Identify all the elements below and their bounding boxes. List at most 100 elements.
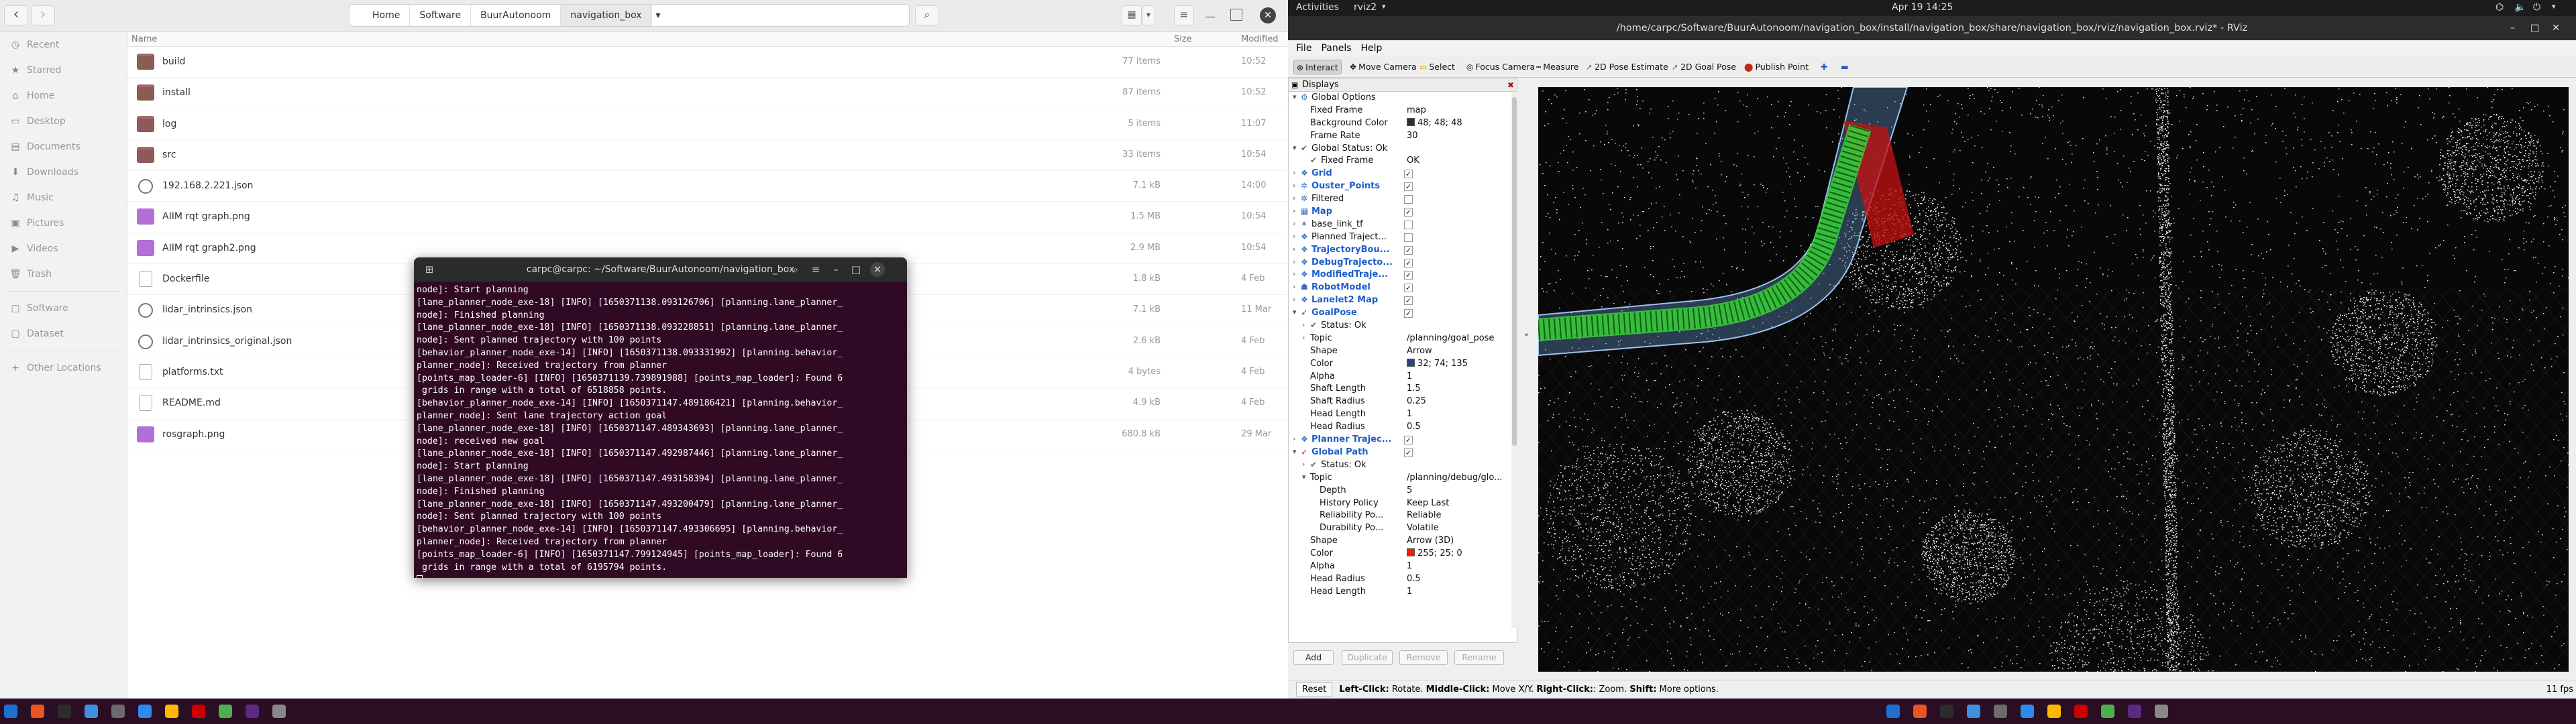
display-value[interactable]: Arrow (3D) (1407, 536, 1454, 546)
display-value[interactable]: map (1407, 105, 1426, 115)
expander-icon[interactable]: › (1302, 460, 1305, 469)
display-row[interactable]: › ☗ RobotModel ✓ (1289, 282, 1517, 294)
dock-app-icon[interactable] (58, 705, 71, 718)
display-checkbox[interactable] (1404, 220, 1413, 229)
display-row[interactable]: › ✲ Ouster_Points ✓ (1289, 180, 1517, 193)
back-button[interactable]: ‹ (4, 5, 28, 25)
app-menu[interactable]: rviz2 (1354, 2, 1377, 13)
system-menu-arrow-icon[interactable]: ▾ (2552, 2, 2556, 11)
display-value[interactable]: 30 (1407, 131, 1418, 141)
expander-icon[interactable]: ▾ (1293, 447, 1297, 456)
maximize-button[interactable] (1230, 9, 1242, 21)
sidebar-item-software[interactable]: ▢ Software (0, 296, 127, 321)
volume-icon[interactable]: 🔈 (2514, 2, 2526, 13)
view-grid-button[interactable]: ▦ (1122, 5, 1142, 25)
expander-icon[interactable]: › (1293, 257, 1295, 266)
power-icon[interactable]: ⏻ (2533, 2, 2540, 13)
duplicate-button[interactable]: Duplicate (1342, 650, 1393, 665)
minimize-icon[interactable]: – (827, 261, 845, 278)
display-checkbox[interactable]: ✓ (1404, 271, 1413, 280)
dock-app-icon[interactable] (2047, 705, 2061, 718)
sidebar-item-music[interactable]: ♫ Music (0, 185, 127, 210)
expander-icon[interactable]: › (1293, 219, 1295, 228)
menu-icon[interactable]: ≡ (807, 261, 824, 278)
dock-app-icon[interactable] (272, 705, 286, 718)
display-row[interactable]: › ✔ Status: Ok (1289, 459, 1517, 472)
display-value[interactable]: 255; 25; 0 (1407, 548, 1462, 558)
dock-app-icon[interactable] (2128, 705, 2141, 718)
display-row[interactable]: › ✶ base_link_tf (1289, 219, 1517, 231)
display-row[interactable]: › ❖ TrajectoryBou... ✓ (1289, 244, 1517, 257)
display-row[interactable]: ▾ Topic/planning/debug/glo... (1289, 472, 1517, 485)
expander-icon[interactable]: › (1293, 245, 1295, 253)
tool-select[interactable]: ▭ Select (1417, 60, 1458, 74)
breadcrumb-navigation-box[interactable]: navigation_box (561, 5, 652, 26)
activities-button[interactable]: Activities (1296, 2, 1339, 13)
file-row[interactable]: 192.168.2.221.json 7.1 kB 14:00 (127, 171, 1288, 202)
sidebar-item-home[interactable]: ⌂ Home (0, 83, 127, 109)
3d-viewport[interactable] (1538, 87, 2569, 672)
display-row[interactable]: ▾ ✔ Global Status: Ok (1289, 143, 1517, 156)
forward-button[interactable]: › (31, 5, 55, 25)
scrollbar-track[interactable] (1511, 92, 1517, 628)
tool-publish-point[interactable]: ⬤ Publish Point (1741, 60, 1811, 74)
expander-icon[interactable]: › (1293, 282, 1295, 291)
display-value[interactable]: OK (1407, 156, 1419, 166)
file-row[interactable]: build 77 items 10:52 (127, 47, 1288, 78)
display-row[interactable]: ▾ ➶ GoalPose ✓ (1289, 307, 1517, 320)
terminal-window[interactable]: ⊞ carpc@carpc: ~/Software/BuurAutonoom/n… (414, 257, 907, 578)
display-row[interactable]: ✔ Fixed Frame OK (1289, 155, 1517, 168)
display-row[interactable]: Shaft Radius 0.25 (1289, 396, 1517, 408)
dock-app-icon[interactable] (2021, 705, 2034, 718)
tool-measure[interactable]: ┅ Measure (1534, 60, 1581, 74)
file-row[interactable]: src 33 items 10:54 (127, 140, 1288, 172)
display-checkbox[interactable]: ✓ (1404, 436, 1413, 445)
dock-app-icon[interactable] (1913, 705, 1927, 718)
maximize-icon[interactable]: □ (2530, 16, 2540, 40)
display-row[interactable]: › Topic/planning/goal_pose (1289, 333, 1517, 345)
display-value[interactable]: 32; 74; 135 (1407, 358, 1468, 369)
display-value[interactable]: 1 (1407, 561, 1412, 571)
display-row[interactable]: › ❖ Grid ✓ (1289, 168, 1517, 180)
dock-app-icon[interactable] (1886, 705, 1900, 718)
close-panel-icon[interactable]: ✖ (1507, 78, 1514, 92)
display-value[interactable]: 48; 48; 48 (1407, 117, 1462, 128)
dock-app-icon[interactable] (219, 705, 232, 718)
dock-app-icon[interactable] (4, 705, 17, 718)
display-row[interactable]: Background Color 48; 48; 48 (1289, 117, 1517, 130)
sidebar-item-other-locations[interactable]: + Other Locations (0, 355, 127, 381)
dock-app-icon[interactable] (1940, 705, 1953, 718)
close-icon[interactable]: ✕ (870, 262, 885, 277)
display-row[interactable]: Head Length 1 (1289, 408, 1517, 421)
display-checkbox[interactable]: ✓ (1404, 170, 1413, 179)
dock-app-icon[interactable] (1994, 705, 2007, 718)
display-row[interactable]: Head Radius 0.5 (1289, 421, 1517, 434)
display-value[interactable]: /planning/debug/glo... (1407, 473, 1503, 483)
expander-icon[interactable]: › (1302, 320, 1305, 329)
display-row[interactable]: › ❖ Lanelet2 Map ✓ (1289, 294, 1517, 307)
display-row[interactable]: Color 32; 74; 135 (1289, 358, 1517, 371)
search-icon[interactable]: ⌕ (787, 261, 804, 278)
new-tab-icon[interactable]: ⊞ (421, 261, 438, 278)
display-row[interactable]: Shape Arrow (3D) (1289, 535, 1517, 548)
display-row[interactable]: Head Radius 0.5 (1289, 573, 1517, 586)
dock-app-icon[interactable] (2101, 705, 2114, 718)
expander-icon[interactable]: › (1293, 194, 1295, 202)
display-value[interactable]: 1 (1407, 371, 1412, 381)
file-row[interactable]: install 87 items 10:52 (127, 78, 1288, 109)
expander-icon[interactable]: › (1293, 168, 1295, 177)
display-value[interactable]: Volatile (1407, 523, 1439, 533)
display-row[interactable]: › ❖ ModifiedTraje... ✓ (1289, 269, 1517, 282)
expander-icon[interactable]: › (1293, 434, 1295, 443)
breadcrumb-menu-icon[interactable]: ▾ (652, 5, 665, 26)
expander-icon[interactable]: › (1293, 295, 1295, 304)
menu-button[interactable]: ≡ (1174, 5, 1194, 25)
expander-icon[interactable]: › (1293, 181, 1295, 190)
display-value[interactable]: 1 (1407, 409, 1412, 419)
display-checkbox[interactable] (1404, 233, 1413, 242)
sidebar-item-pictures[interactable]: ▣ Pictures (0, 210, 127, 236)
display-value[interactable]: 1 (1407, 587, 1412, 597)
display-checkbox[interactable]: ✓ (1404, 245, 1413, 255)
expander-icon[interactable]: › (1293, 232, 1295, 241)
tool-focus-camera[interactable]: ◎ Focus Camera (1464, 60, 1538, 74)
